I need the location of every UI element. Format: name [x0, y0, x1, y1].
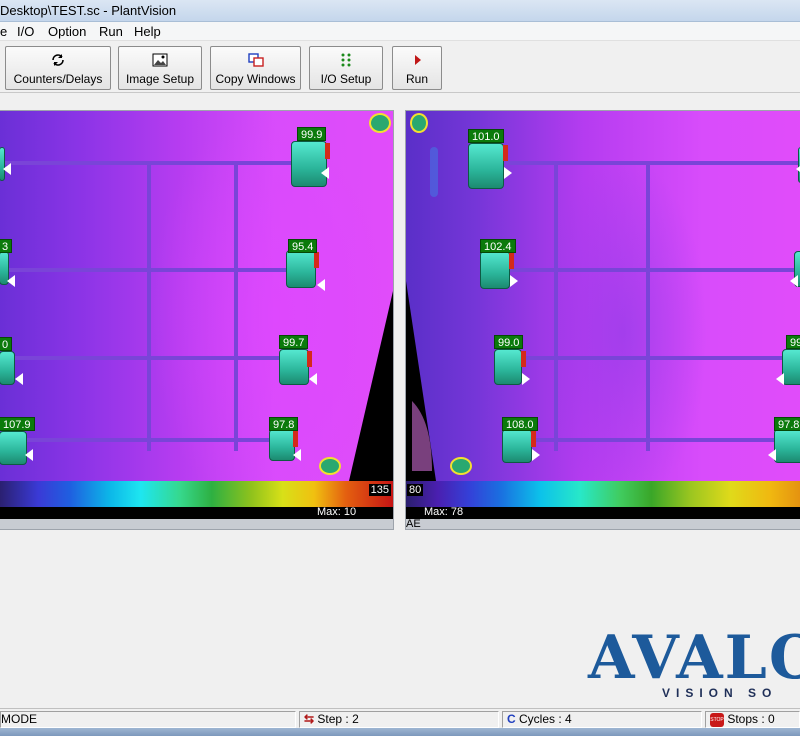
reading-label: 99.9: [297, 127, 327, 141]
image-setup-icon: [152, 53, 168, 67]
run-icon: [415, 55, 421, 65]
reading-label: 97.8: [269, 417, 299, 431]
reading-label: 101.0: [468, 129, 504, 143]
menu-option[interactable]: Option: [48, 24, 86, 39]
dark-region: [406, 281, 436, 481]
toolbar: Counters/Delays Image Setup Copy Windows…: [0, 41, 800, 93]
left-strip-text: Max: 10: [317, 506, 357, 518]
logo-subtext: VISION SO: [662, 686, 778, 700]
cycles-icon: C: [507, 712, 516, 726]
menu-file[interactable]: e: [0, 24, 7, 39]
status-stops: STOP Stops : 0: [705, 711, 800, 728]
reading-label: 3: [0, 239, 13, 253]
taskbar: [0, 728, 800, 736]
reading-label: 107.9: [0, 417, 35, 431]
run-label: Run: [405, 72, 428, 86]
right-info-strip: [406, 507, 800, 519]
title-bar: Desktop\TEST.sc - PlantVision: [0, 0, 800, 22]
menu-run[interactable]: Run: [99, 24, 123, 39]
step-icon: ⇆: [304, 712, 315, 726]
copy-windows-label: Copy Windows: [215, 72, 296, 86]
io-setup-label: I/O Setup: [320, 72, 372, 86]
menu-help[interactable]: Help: [134, 24, 161, 39]
window-title: Desktop\TEST.sc - PlantVision: [0, 3, 177, 18]
status-cycles: C Cycles : 4: [502, 711, 702, 728]
run-button[interactable]: Run: [392, 46, 442, 90]
status-mode-text: MODE: [1, 712, 37, 726]
counters-delays-label: Counters/Delays: [13, 72, 103, 86]
menu-io[interactable]: I/O: [17, 24, 34, 39]
io-setup-icon: [341, 53, 351, 67]
status-step: ⇆ Step : 2: [299, 711, 499, 728]
status-stops-text: Stops : 0: [727, 712, 775, 726]
left-colorbar: [0, 481, 393, 507]
refresh-icon: [52, 54, 64, 66]
menu-bar: e I/O Option Run Help: [0, 22, 800, 41]
pane-caption: AE: [406, 518, 421, 530]
image-setup-button[interactable]: Image Setup: [118, 46, 202, 90]
reading-label: 99.0: [494, 335, 524, 349]
copy-windows-button[interactable]: Copy Windows: [210, 46, 301, 90]
status-mode: MODE: [0, 711, 296, 728]
stop-icon: STOP: [710, 712, 724, 727]
right-strip-text: Max: 78: [424, 506, 464, 518]
status-step-text: Step : 2: [317, 712, 359, 726]
reading-label: 97.8: [774, 417, 800, 431]
status-cycles-text: Cycles : 4: [519, 712, 572, 726]
logo-text: AVALO: [588, 623, 800, 693]
reading-label: 102.4: [480, 239, 516, 253]
reading-label: 95.4: [288, 239, 318, 253]
avalon-logo: AVALO VISION SO: [588, 623, 800, 700]
status-bar: MODE ⇆ Step : 2 C Cycles : 4 STOP Stops …: [0, 708, 800, 728]
reading-label: 108.0: [502, 417, 538, 431]
dark-region: [349, 291, 393, 481]
counters-delays-button[interactable]: Counters/Delays: [5, 46, 111, 90]
copy-windows-icon: [247, 53, 264, 67]
right-colorbar: [406, 481, 800, 507]
reading-label: 99.7: [279, 335, 309, 349]
right-thermal-image: 101.0 102.4 99.0 108.0 97.8 99: [406, 111, 800, 481]
reading-label: 99: [786, 335, 800, 349]
right-camera-pane[interactable]: 101.0 102.4 99.0 108.0 97.8 99: [405, 110, 800, 530]
workspace: 99.9 95.4 99.7 97.8 107.9 0 3 135 Max: 1…: [0, 94, 800, 708]
io-setup-button[interactable]: I/O Setup: [309, 46, 383, 90]
colorbar-min: 80: [407, 484, 424, 496]
left-camera-pane[interactable]: 99.9 95.4 99.7 97.8 107.9 0 3 135 Max: 1…: [0, 110, 394, 530]
left-thermal-image: 99.9 95.4 99.7 97.8 107.9 0 3: [0, 111, 393, 481]
image-setup-label: Image Setup: [125, 72, 195, 86]
colorbar-max: 135: [368, 484, 391, 496]
reading-label: 0: [0, 337, 13, 351]
